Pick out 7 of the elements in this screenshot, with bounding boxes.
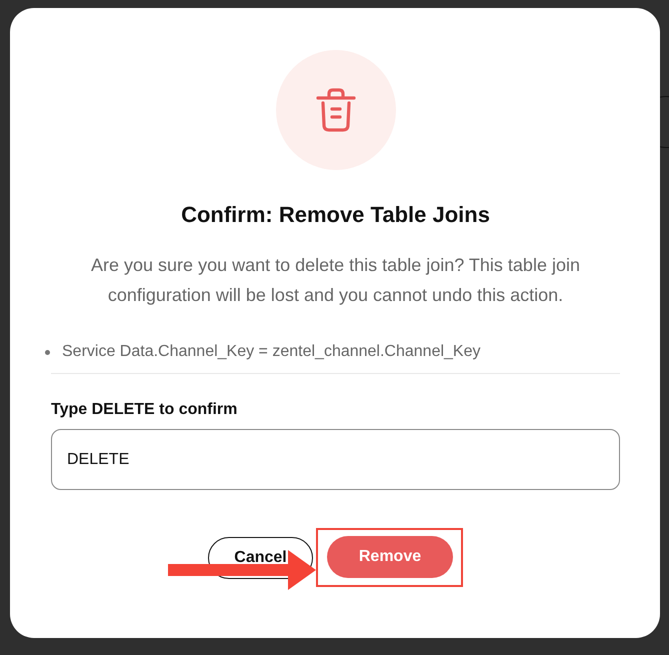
join-item: Service Data.Channel_Key = zentel_channel.Channel_Key [62, 342, 480, 362]
trash-icon [316, 88, 356, 132]
dialog-title: Confirm: Remove Table Joins [180, 202, 491, 228]
field-label: Type DELETE to confirm [51, 401, 238, 419]
dialog-message: Are you sure you want to delete this table join? This table join configuration will be lost and you cannot undo this action. [90, 254, 581, 307]
bullet-icon [45, 350, 50, 354]
confirm-input[interactable]: DELETE [51, 429, 620, 490]
